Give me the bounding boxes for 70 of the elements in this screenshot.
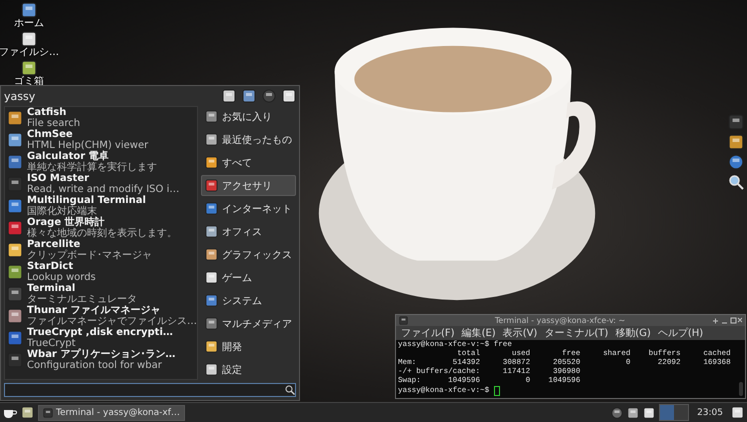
user-name: yassy [4, 90, 36, 102]
app-item[interactable]: Catfish File search [5, 107, 199, 129]
category-icon [205, 110, 218, 123]
category-icon [205, 317, 218, 330]
menu-item[interactable]: ターミナル(T) [544, 326, 608, 340]
category-item[interactable]: 設定 [201, 359, 296, 380]
app-icon [7, 330, 23, 346]
app-icon [7, 198, 23, 214]
app-item[interactable]: StarDict Lookup words [5, 261, 199, 283]
menu-item[interactable]: 表示(V) [502, 326, 538, 340]
category-icon [205, 225, 218, 238]
app-icon [7, 286, 23, 302]
clock: 23:05 [697, 408, 723, 418]
icon-label: ホーム [14, 18, 44, 30]
category-icon [205, 179, 218, 192]
category-icon [205, 202, 218, 215]
app-icon [7, 352, 23, 368]
search-icon[interactable] [728, 174, 744, 190]
app-item[interactable]: TrueCrypt ,disk encrypti… TrueCrypt [5, 327, 199, 349]
category-item[interactable]: インターネット [201, 198, 296, 219]
scrollbar-thumb[interactable] [739, 382, 743, 396]
app-item[interactable]: Orage 世界時計 様々な地域の時刻を表示します。 [5, 217, 199, 239]
app-item[interactable]: ISO Master Read, write and modify ISO i… [5, 173, 199, 195]
window-title: Terminal - yassy@kona-xfce-v: ~ [494, 316, 626, 325]
app-item[interactable]: ChmSee HTML Help(CHM) viewer [5, 129, 199, 151]
app-item[interactable]: Parcellite クリップボード･マネージャ [5, 239, 199, 261]
app-item[interactable]: Multilingual Terminal 国際化対応端末 [5, 195, 199, 217]
search-icon[interactable] [285, 385, 295, 395]
category-item[interactable]: 最近使ったもの [201, 129, 296, 150]
app-item[interactable]: Terminal ターミナルエミュレータ [5, 283, 199, 305]
app-item[interactable]: Wbar アプリケーション･ラン… Configuration tool for wbar [5, 349, 199, 371]
app-icon [7, 220, 23, 236]
app-item[interactable]: Thunar ファイルマネージャ ファイルマネージャでファイルシス… [5, 305, 199, 327]
app-item[interactable]: Galculator 電卓 単純な科学計算を実行します [5, 151, 199, 173]
window-controls-icon[interactable] [712, 316, 742, 324]
category-item[interactable]: すべて [201, 152, 296, 173]
category-icon [205, 340, 218, 353]
category-item[interactable]: 開発 [201, 336, 296, 357]
workspace-tile[interactable] [660, 405, 674, 420]
category-icon [205, 271, 218, 284]
category-item[interactable]: お気に入り [201, 106, 296, 127]
category-item[interactable]: システム [201, 290, 296, 311]
category-icon [205, 248, 218, 261]
category-item[interactable]: アクセサリ [201, 175, 296, 196]
category-icon [205, 133, 218, 146]
category-icon [205, 156, 218, 169]
category-item[interactable]: オフィス [201, 221, 296, 242]
app-icon [7, 132, 23, 148]
app-icon [7, 308, 23, 324]
app-icon[interactable] [21, 406, 34, 419]
app-icon [7, 154, 23, 170]
app-icon [7, 176, 23, 192]
category-icon [205, 294, 218, 307]
workspace-tile[interactable] [674, 405, 688, 420]
menu-item[interactable]: ヘルプ(H) [658, 326, 704, 340]
category-item[interactable]: グラフィックス [201, 244, 296, 265]
menu-item[interactable]: 移動(G) [615, 326, 651, 340]
menu-item[interactable]: ファイル(F) [401, 326, 455, 340]
icon-label: ゴミ箱 [14, 76, 44, 88]
category-item[interactable]: マルチメディア [201, 313, 296, 334]
category-icon [205, 363, 218, 376]
text-cursor [494, 386, 500, 396]
menu-item[interactable]: 編集(E) [462, 326, 496, 340]
app-icon [7, 110, 23, 126]
category-item[interactable]: ゲーム [201, 267, 296, 288]
app-icon [7, 242, 23, 258]
search-field[interactable] [4, 383, 296, 397]
taskbar-button[interactable]: Terminal - yassy@kona-xf… [38, 404, 185, 420]
app-icon [7, 264, 23, 280]
icon-label: ファイルシ… [0, 47, 59, 59]
